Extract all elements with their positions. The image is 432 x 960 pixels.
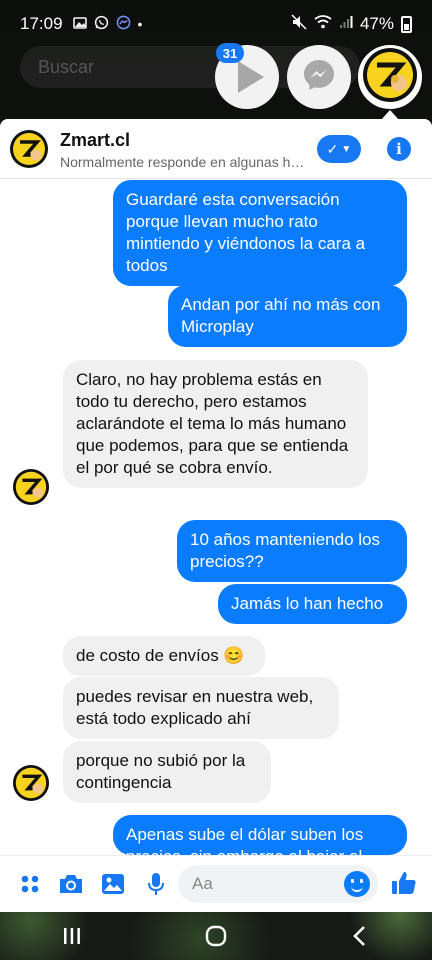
status-bar: 17:09 • 47% — [0, 0, 432, 48]
message-composer: Aa — [0, 855, 432, 912]
zmart-avatar — [361, 46, 419, 109]
message-bubble-outgoing[interactable]: Andan por ahí no más con Microplay — [168, 285, 407, 347]
chat-header: Zmart.cl Normalmente responde en algunas… — [0, 119, 432, 179]
sender-avatar — [12, 468, 50, 506]
chevron-down-icon: ▼ — [341, 143, 352, 155]
home-icon[interactable] — [196, 916, 236, 956]
message-bubble-incoming[interactable]: de costo de envíos 😊 — [63, 636, 265, 676]
battery-level: 47% — [359, 14, 394, 33]
message-bubble-outgoing[interactable]: Apenas sube el dólar suben los precios, … — [113, 815, 407, 855]
chat-head-messenger[interactable] — [287, 45, 351, 109]
message-bubble-outgoing[interactable]: 10 años manteniendo los precios?? — [177, 520, 407, 582]
mark-done-button[interactable]: ✓ ▼ — [317, 135, 361, 163]
more-actions-icon[interactable] — [16, 870, 44, 898]
message-bubble-incoming[interactable]: puedes revisar en nuestra web, está todo… — [63, 677, 339, 739]
recent-apps-icon[interactable] — [52, 916, 92, 956]
microphone-icon[interactable] — [142, 870, 170, 898]
message-bubble-outgoing[interactable]: Guardaré esta conversación porque llevan… — [113, 180, 407, 286]
like-icon[interactable] — [390, 869, 418, 897]
chat-panel: Zmart.cl Normalmente responde en algunas… — [0, 119, 432, 912]
wifi-icon — [314, 14, 332, 34]
back-icon[interactable] — [340, 916, 380, 956]
unread-badge: 31 — [216, 43, 244, 63]
clock: 17:09 — [20, 14, 63, 33]
messenger-status-icon — [116, 15, 131, 33]
messenger-icon — [301, 57, 337, 98]
contact-name[interactable]: Zmart.cl — [60, 130, 130, 151]
message-bubble-outgoing[interactable]: Jamás lo han hecho — [218, 584, 407, 624]
chat-head-zmart[interactable] — [358, 45, 422, 109]
check-icon: ✓ — [326, 140, 339, 157]
sender-avatar — [12, 764, 50, 802]
response-time-status: Normalmente responde en algunas horas — [60, 154, 305, 170]
info-icon: i — [396, 140, 402, 158]
mute-icon — [291, 13, 307, 35]
info-button[interactable]: i — [387, 137, 411, 161]
emoji-icon[interactable] — [344, 871, 370, 897]
message-bubble-incoming[interactable]: Claro, no hay problema estás en todo tu … — [63, 360, 368, 488]
system-nav-bar — [0, 912, 432, 960]
whatsapp-icon — [94, 15, 109, 33]
play-icon — [238, 61, 264, 93]
camera-icon[interactable] — [57, 870, 85, 898]
gallery-icon[interactable] — [99, 870, 127, 898]
gallery-icon — [72, 16, 87, 33]
dot-indicator: • — [137, 16, 143, 32]
signal-icon — [339, 14, 353, 34]
message-bubble-incoming[interactable]: porque no subió por la contingencia — [63, 741, 271, 803]
battery-icon — [401, 15, 412, 33]
zmart-avatar-header[interactable] — [9, 129, 49, 169]
